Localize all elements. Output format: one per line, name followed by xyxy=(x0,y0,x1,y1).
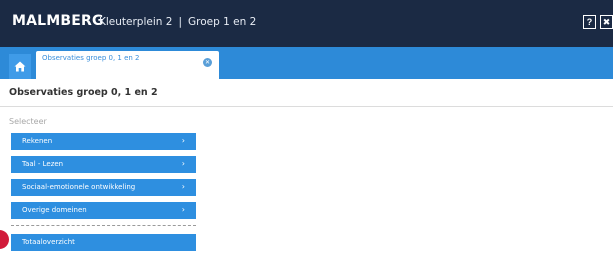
divider xyxy=(0,106,613,107)
category-button-rekenen[interactable]: Rekenen › xyxy=(11,133,196,150)
dashed-divider xyxy=(11,225,196,226)
category-button-taal-lezen[interactable]: Taal - Lezen › xyxy=(11,156,196,173)
totaaloverzicht-button[interactable]: Totaaloverzicht xyxy=(11,234,196,251)
home-icon xyxy=(14,61,26,72)
select-label: Selecteer xyxy=(9,117,47,126)
tab-observaties[interactable]: Observaties groep 0, 1 en 2 ✕ xyxy=(36,51,219,79)
close-circle-icon[interactable]: ✕ xyxy=(203,58,212,67)
help-icon: ? xyxy=(586,16,593,27)
close-app-button[interactable]: ✖ xyxy=(600,15,613,29)
chevron-right-icon: › xyxy=(181,136,185,145)
brand-logo: MALMBERG xyxy=(12,13,104,29)
category-button-overige-domeinen[interactable]: Overige domeinen › xyxy=(11,202,196,219)
top-bar: MALMBERG Kleuterplein 2 | Groep 1 en 2 ? ✖ xyxy=(0,0,613,47)
breadcrumb-item-group[interactable]: Groep 1 en 2 xyxy=(188,16,256,28)
chevron-right-icon: › xyxy=(181,182,185,191)
category-label: Rekenen xyxy=(22,137,53,145)
category-label: Overige domeinen xyxy=(22,206,87,214)
marker-dot xyxy=(0,230,9,249)
breadcrumb-item-method[interactable]: Kleuterplein 2 xyxy=(99,16,172,28)
tab-bar: Observaties groep 0, 1 en 2 ✕ xyxy=(0,47,613,79)
page-title: Observaties groep 0, 1 en 2 xyxy=(9,87,158,98)
home-button[interactable] xyxy=(9,54,31,79)
help-button[interactable]: ? xyxy=(583,15,596,29)
category-label: Sociaal-emotionele ontwikkeling xyxy=(22,183,136,191)
close-icon: ✖ xyxy=(602,16,611,27)
category-label: Taal - Lezen xyxy=(22,160,64,168)
tab-label: Observaties groep 0, 1 en 2 xyxy=(42,54,140,62)
breadcrumb: Kleuterplein 2 | Groep 1 en 2 xyxy=(99,16,256,28)
breadcrumb-separator: | xyxy=(178,16,182,28)
category-button-sociaal-emotioneel[interactable]: Sociaal-emotionele ontwikkeling › xyxy=(11,179,196,196)
totaaloverzicht-label: Totaaloverzicht xyxy=(22,238,75,246)
chevron-right-icon: › xyxy=(181,159,185,168)
chevron-right-icon: › xyxy=(181,205,185,214)
